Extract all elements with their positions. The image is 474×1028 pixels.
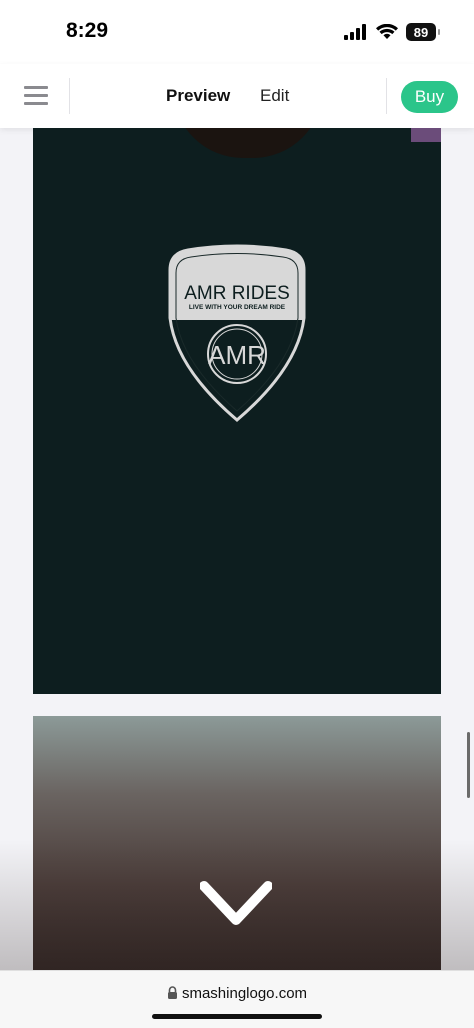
buy-button[interactable]: Buy (401, 81, 458, 113)
toolbar-divider (69, 78, 70, 114)
scrollbar-thumb[interactable] (467, 732, 470, 798)
hamburger-menu-icon[interactable] (24, 86, 48, 106)
battery-icon: 89 (406, 23, 440, 41)
mockup-image-2 (33, 716, 441, 976)
tshirt-mockup-image: AMR RIDES LIVE WITH YOUR DREAM RIDE AMR (33, 128, 441, 694)
status-time: 8:29 (66, 19, 109, 42)
url-display[interactable]: smashinglogo.com (0, 985, 474, 1002)
home-indicator[interactable] (152, 1014, 322, 1019)
signal-icon (344, 24, 366, 40)
lock-icon (167, 986, 177, 999)
browser-url-bar[interactable]: smashinglogo.com (0, 970, 474, 1028)
url-text: smashinglogo.com (181, 985, 308, 1002)
toolbar-divider (386, 78, 387, 114)
logo-monogram: AMR (208, 340, 266, 370)
status-bar: 8:29 89 (0, 0, 474, 64)
tab-edit[interactable]: Edit (260, 86, 289, 106)
editor-toolbar: Preview Edit Buy (0, 64, 474, 128)
logo-title: AMR RIDES (184, 283, 290, 304)
logo-shield: AMR RIDES LIVE WITH YOUR DREAM RIDE AMR (168, 244, 306, 422)
logo-tagline: LIVE WITH YOUR DREAM RIDE (189, 304, 286, 311)
chevron-down-icon[interactable] (200, 880, 272, 932)
tab-preview[interactable]: Preview (166, 86, 230, 106)
status-icons: 89 (344, 20, 440, 44)
wifi-icon (376, 24, 398, 39)
